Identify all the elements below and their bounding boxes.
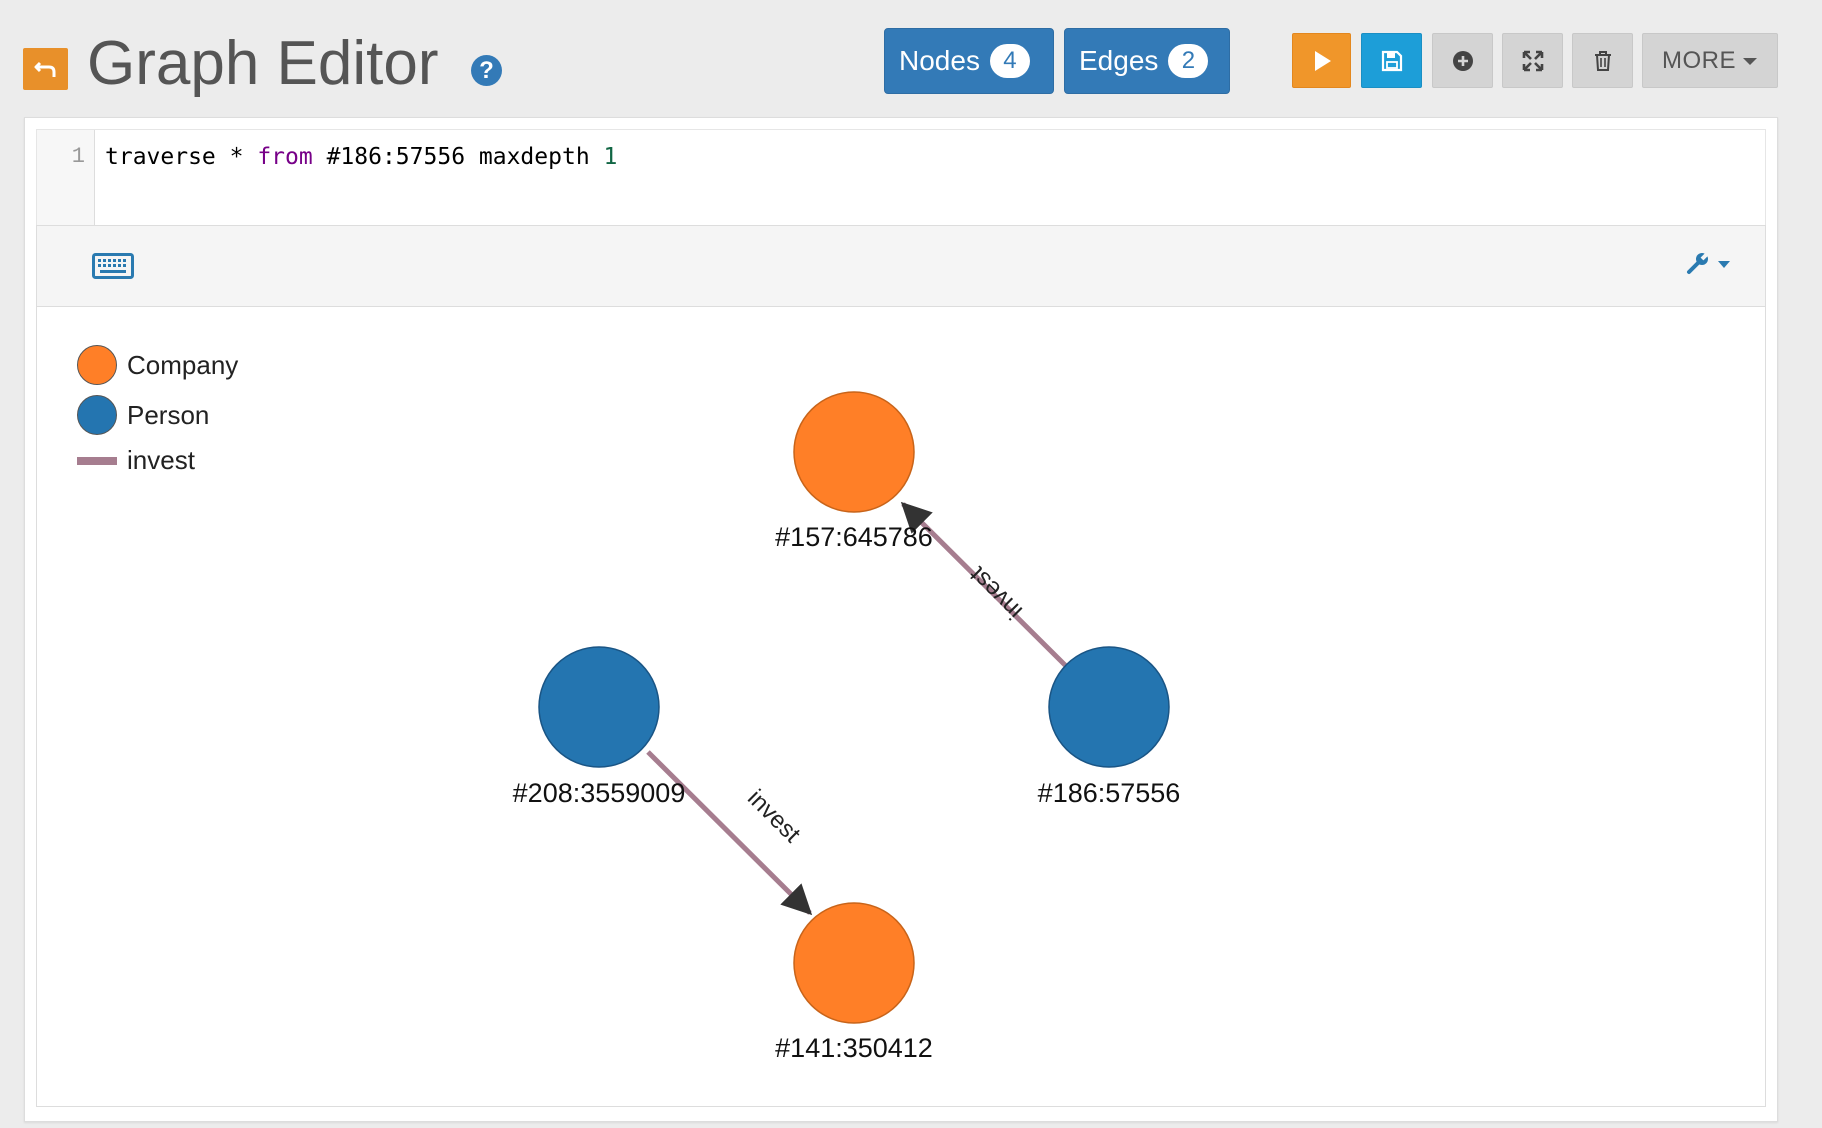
graph-canvas[interactable]: Company Person invest invest invest #157… <box>36 307 1766 1107</box>
help-icon[interactable]: ? <box>471 55 502 86</box>
wrench-icon <box>1687 250 1711 274</box>
node-company[interactable] <box>793 902 915 1024</box>
nodes-count-badge: 4 <box>989 44 1030 78</box>
node-label: #141:350412 <box>775 1033 933 1063</box>
play-icon <box>1314 50 1331 71</box>
query-code-line[interactable]: traverse * from #186:57556 maxdepth 1 <box>105 144 617 170</box>
page-title: Graph Editor <box>87 29 439 98</box>
node-company[interactable] <box>793 391 915 513</box>
delete-button[interactable] <box>1572 33 1633 88</box>
edges-button[interactable]: Edges 2 <box>1064 28 1230 94</box>
fullscreen-button[interactable] <box>1502 33 1563 88</box>
query-token: #186:57556 maxdepth <box>312 144 604 170</box>
line-number: 1 <box>71 144 85 169</box>
trash-icon <box>1594 50 1611 71</box>
editor-toolbar <box>36 225 1766 307</box>
query-number: 1 <box>603 144 618 170</box>
fullscreen-icon <box>1522 50 1543 71</box>
save-button[interactable] <box>1361 33 1422 88</box>
settings-dropdown[interactable] <box>1685 250 1735 280</box>
node-person[interactable] <box>538 646 660 768</box>
nodes-button[interactable]: Nodes 4 <box>884 28 1054 94</box>
graph-svg: invest invest #157:645786 #208:3559009 #… <box>513 391 1181 1063</box>
node-person[interactable] <box>1048 646 1170 768</box>
chevron-down-icon <box>1718 261 1730 268</box>
query-token: traverse * <box>105 144 258 170</box>
edge-label: invest <box>742 784 806 848</box>
save-icon <box>1381 50 1402 71</box>
node-label: #208:3559009 <box>513 778 686 808</box>
add-icon <box>1452 50 1473 71</box>
header: Graph Editor ? Nodes 4 Edges 2 MORE <box>0 0 1822 117</box>
edges-count-badge: 2 <box>1168 44 1209 78</box>
edges-label: Edges <box>1079 45 1159 76</box>
graph-editor-panel: 1 traverse * from #186:57556 maxdepth 1 … <box>24 117 1778 1122</box>
nodes-label: Nodes <box>899 45 980 76</box>
chevron-down-icon <box>1743 57 1757 65</box>
query-keyword: from <box>257 144 313 170</box>
more-label: MORE <box>1662 46 1736 74</box>
keyboard-icon[interactable] <box>92 253 134 279</box>
node-label: #186:57556 <box>1038 778 1181 808</box>
node-label: #157:645786 <box>775 522 933 552</box>
query-editor[interactable]: 1 traverse * from #186:57556 maxdepth 1 <box>36 129 1766 226</box>
add-button[interactable] <box>1432 33 1493 88</box>
back-arrow-icon <box>34 61 55 77</box>
more-button[interactable]: MORE <box>1642 33 1778 88</box>
run-button[interactable] <box>1292 33 1351 88</box>
line-gutter: 1 <box>37 130 95 226</box>
edge-label: invest <box>964 561 1028 625</box>
back-button[interactable] <box>23 48 68 90</box>
